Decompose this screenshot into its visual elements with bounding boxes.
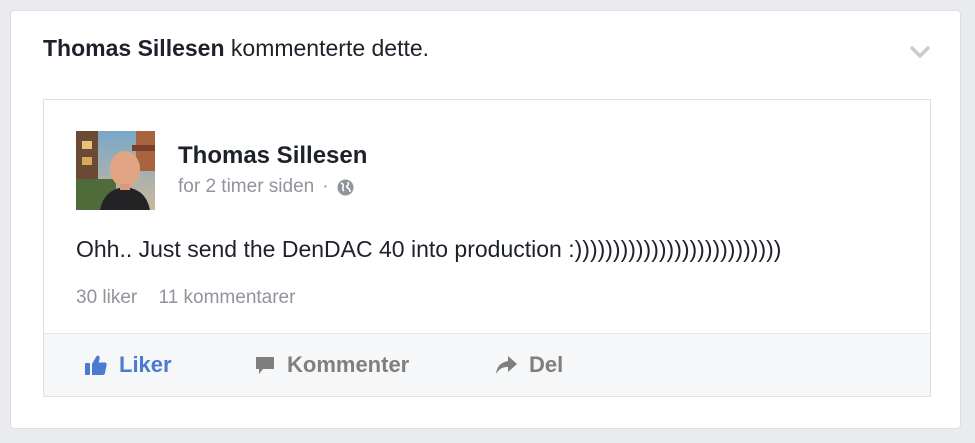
like-button[interactable]: Liker [84,334,172,396]
thumbs-up-icon [85,355,107,375]
share-button[interactable]: Del [494,334,563,396]
comments-count[interactable]: 11 kommentarer [159,287,296,308]
globe-icon[interactable] [337,179,354,196]
chevron-down-icon[interactable] [910,45,930,59]
avatar[interactable] [76,131,155,210]
story-header: Thomas Sillesen kommenterte dette. [43,35,429,62]
comment-label: Kommenter [287,352,410,377]
share-label: Del [529,352,564,377]
speech-bubble-icon [256,357,274,374]
action-bar: Liker Kommenter Del [44,333,930,396]
like-label: Liker [119,352,172,377]
share-arrow-icon [496,356,517,374]
comment-button[interactable]: Kommenter [254,334,409,396]
post-text: Ohh.. Just send the DenDAC 40 into produ… [76,236,782,262]
post-meta: for 2 timer siden · [178,176,354,198]
feed-story-card: Thomas Sillesen kommenterte dette. Thoma… [10,10,961,429]
story-action-text: kommenterte dette. [230,35,430,61]
likes-count[interactable]: 30 liker [76,287,137,308]
post-author-name[interactable]: Thomas Sillesen [178,142,367,170]
story-actor-name[interactable]: Thomas Sillesen [43,35,225,61]
shared-post: Thomas Sillesen for 2 timer siden · Ohh.… [43,99,931,397]
post-timestamp[interactable]: for 2 timer siden [178,176,314,198]
meta-separator: · [322,176,329,197]
post-stats: 30 liker 11 kommentarer [76,287,295,309]
